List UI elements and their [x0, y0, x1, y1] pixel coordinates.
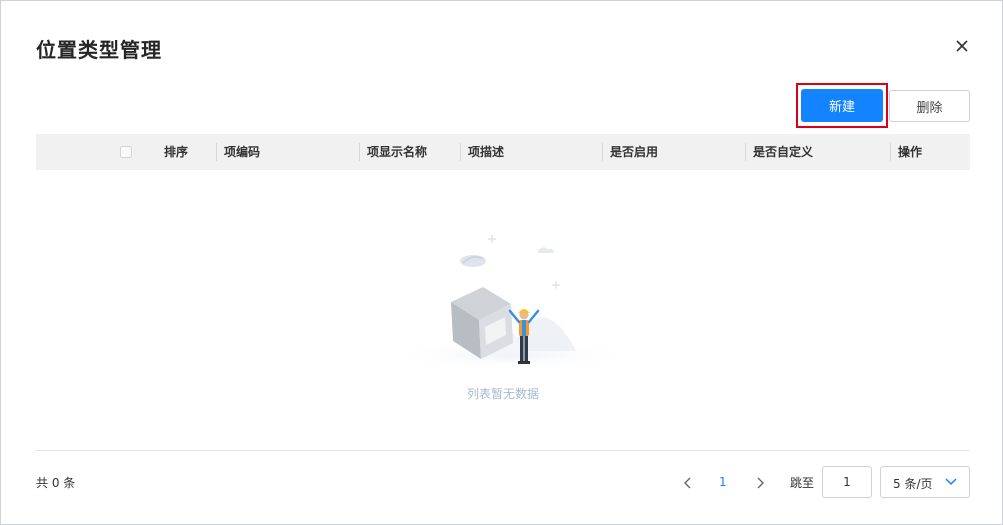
close-button[interactable]	[952, 36, 972, 56]
jump-page-input[interactable]	[822, 466, 872, 498]
column-header-description[interactable]: 项描述	[468, 134, 504, 170]
page-size-select[interactable]: 5 条/页	[880, 466, 970, 498]
chevron-right-icon	[757, 477, 764, 489]
column-divider	[890, 143, 891, 161]
table-header: 排序 项编码 项显示名称 项描述 是否启用 是否自定义 操作	[36, 134, 970, 170]
column-header-code[interactable]: 项编码	[224, 134, 260, 170]
next-page-button[interactable]	[753, 474, 767, 492]
page-size-value: 5 条/页	[893, 477, 933, 491]
total-count: 共 0 条	[36, 476, 76, 490]
column-divider	[602, 143, 603, 161]
close-icon	[956, 40, 968, 52]
dialog: 位置类型管理 新建 删除 排序 项编码 项显示名称 项描述 是否启用 是否自定义…	[0, 0, 1003, 525]
jump-label: 跳至	[790, 476, 815, 490]
chevron-left-icon	[684, 477, 691, 489]
column-header-actions: 操作	[898, 145, 923, 159]
prev-page-button[interactable]	[681, 474, 695, 492]
empty-text: 列表暂无数据	[466, 387, 539, 401]
column-header-sort[interactable]: 排序	[164, 134, 188, 170]
chevron-down-icon	[945, 478, 957, 486]
empty-state-illustration	[386, 235, 636, 371]
footer-divider	[36, 450, 970, 451]
column-divider	[745, 143, 746, 161]
select-all-checkbox[interactable]	[120, 146, 132, 158]
column-divider	[359, 143, 360, 161]
current-page[interactable]: 1	[719, 475, 727, 489]
column-header-custom[interactable]: 是否自定义	[753, 134, 813, 170]
column-header-enabled[interactable]: 是否启用	[610, 134, 658, 170]
delete-button[interactable]: 删除	[889, 90, 970, 122]
column-divider	[216, 143, 217, 161]
new-button[interactable]: 新建	[801, 89, 883, 122]
dialog-title: 位置类型管理	[36, 38, 162, 62]
column-divider	[460, 143, 461, 161]
column-header-display-name[interactable]: 项显示名称	[367, 134, 427, 170]
